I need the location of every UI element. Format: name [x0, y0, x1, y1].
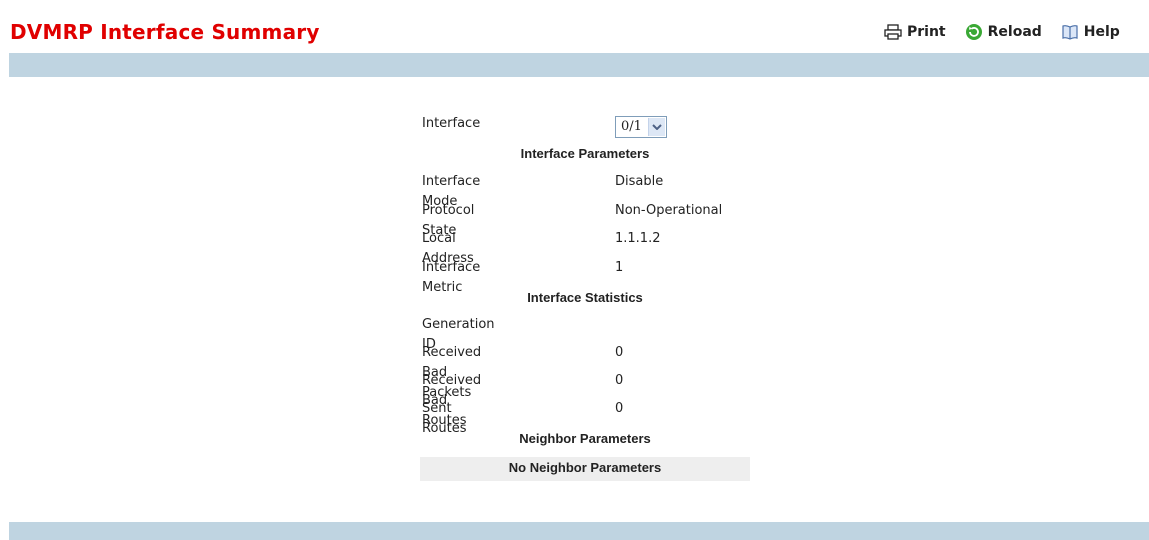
- stat-value: 0: [615, 401, 624, 416]
- no-neighbor-message: No Neighbor Parameters: [420, 457, 750, 481]
- header-band: [9, 53, 1149, 77]
- section-neighbor-parameters: Neighbor Parameters: [519, 431, 651, 446]
- interface-label: Interface: [422, 116, 481, 131]
- footer-band: [9, 522, 1149, 540]
- chevron-down-icon[interactable]: [648, 118, 665, 136]
- reload-icon: [965, 24, 982, 40]
- interface-select-value: 0/1: [621, 119, 642, 134]
- help-book-icon: [1062, 25, 1078, 40]
- param-value: Non-Operational: [615, 203, 723, 218]
- toolbar: Print Reload Help: [884, 23, 1139, 41]
- reload-button[interactable]: Reload: [965, 23, 1042, 41]
- interface-select[interactable]: 0/1: [615, 116, 667, 138]
- print-label: Print: [907, 24, 946, 40]
- printer-icon: [884, 24, 902, 40]
- param-value: Disable: [615, 174, 664, 189]
- param-value: 1.1.1.2: [615, 231, 661, 246]
- print-button[interactable]: Print: [884, 24, 946, 40]
- stat-value: 0: [615, 345, 624, 360]
- page-title: DVMRP Interface Summary: [10, 20, 320, 44]
- help-button[interactable]: Help: [1061, 24, 1120, 40]
- stat-value: 0: [615, 373, 624, 388]
- section-interface-statistics: Interface Statistics: [527, 290, 643, 305]
- section-interface-parameters: Interface Parameters: [520, 146, 650, 161]
- param-value: 1: [615, 260, 624, 275]
- reload-label: Reload: [987, 24, 1042, 40]
- help-label: Help: [1083, 24, 1120, 40]
